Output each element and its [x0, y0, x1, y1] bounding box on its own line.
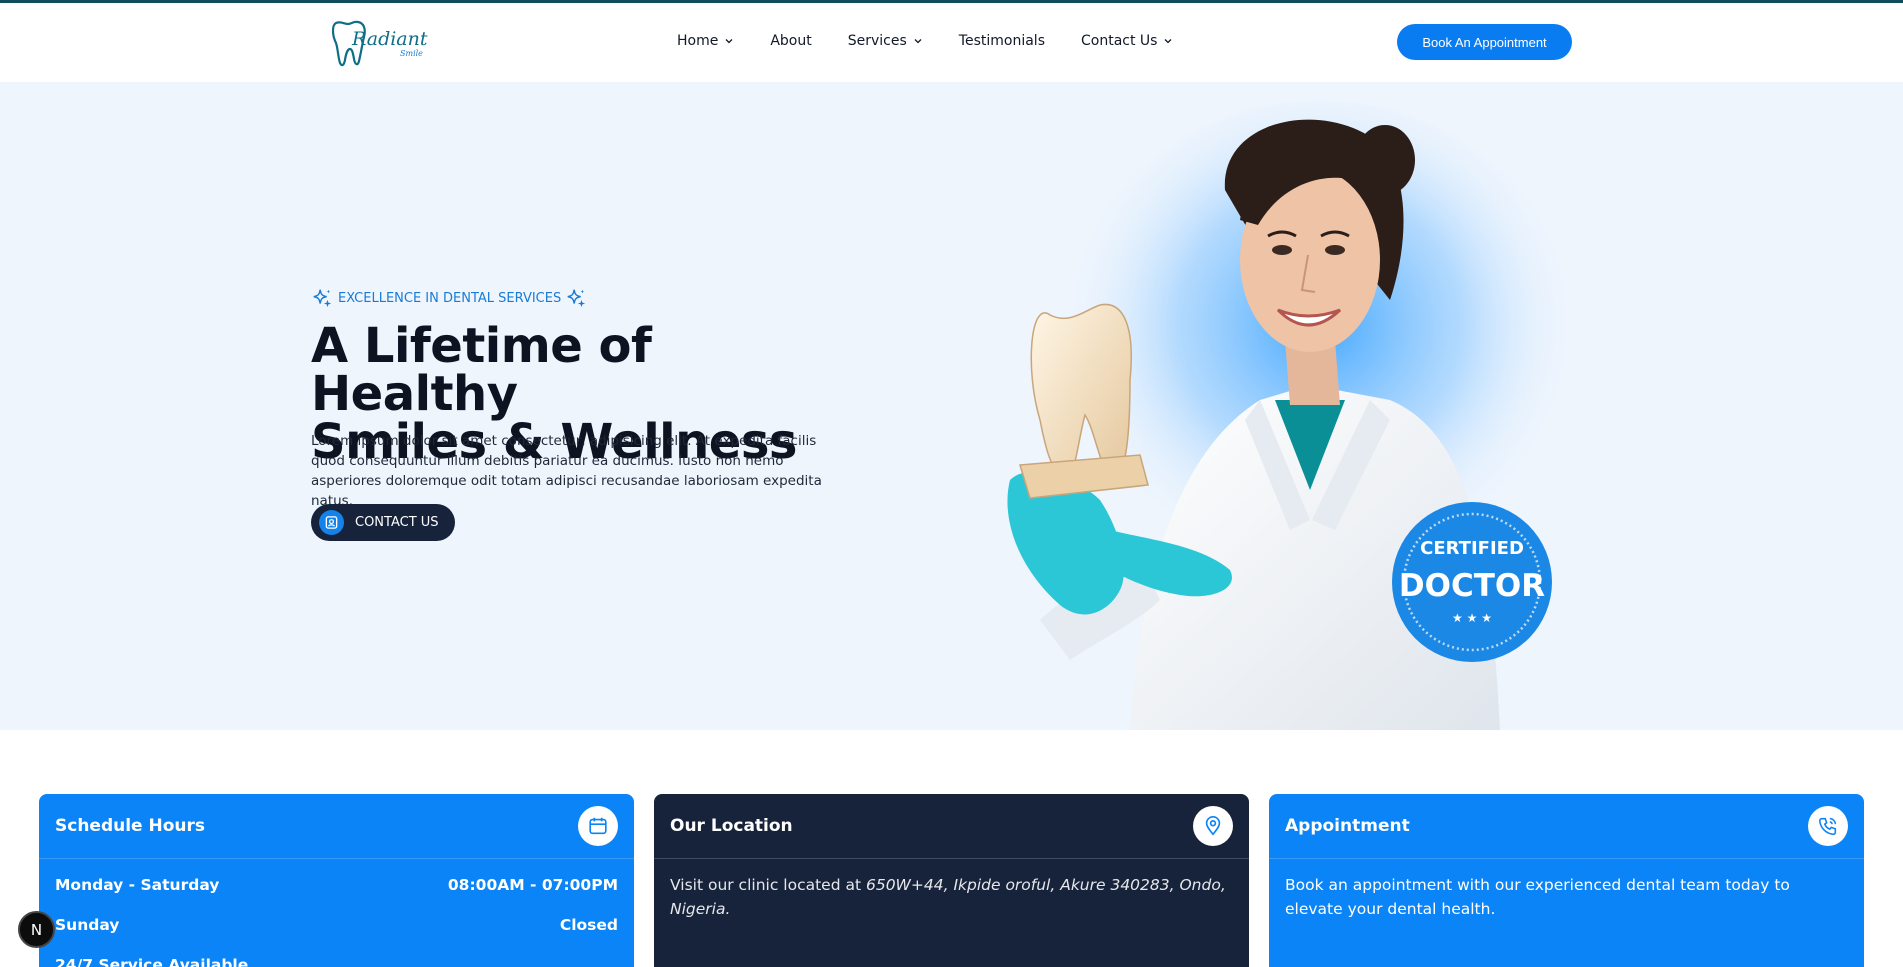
location-text-prefix: Visit our clinic located at [670, 876, 866, 894]
schedule-day: Sunday [55, 916, 120, 934]
location-card-body: Visit our clinic located at 650W+44, Ikp… [654, 859, 1249, 935]
hero-tagline-text: EXCELLENCE IN DENTAL SERVICES [338, 290, 562, 306]
schedule-hours: 08:00AM - 07:00PM [447, 876, 618, 894]
calendar-icon [578, 806, 618, 846]
schedule-note: 24/7 Service Available [55, 953, 618, 967]
appointment-card-header: Appointment [1269, 794, 1864, 859]
nav-about[interactable]: About [770, 33, 811, 49]
location-card-title: Our Location [670, 816, 793, 836]
nav-services[interactable]: Services [848, 33, 923, 49]
nav-testimonials-label: Testimonials [958, 33, 1045, 49]
location-card-header: Our Location [654, 794, 1249, 859]
schedule-row: Sunday Closed [55, 913, 618, 937]
nav-home[interactable]: Home [677, 33, 734, 49]
schedule-hours: Closed [559, 916, 618, 934]
schedule-note-text: 24/7 Service Available [55, 956, 249, 967]
schedule-card-title: Schedule Hours [55, 816, 206, 836]
hero-section: EXCELLENCE IN DENTAL SERVICES A Lifetime… [0, 82, 1903, 730]
phone-icon [1808, 806, 1848, 846]
sparkle-icon [567, 289, 586, 308]
nav-contact-us-label: Contact Us [1080, 33, 1158, 49]
svg-text:★ ★ ★: ★ ★ ★ [1452, 611, 1492, 625]
appointment-card-title: Appointment [1285, 816, 1410, 836]
chevron-down-icon [1164, 39, 1172, 44]
contact-card-icon [319, 510, 344, 535]
schedule-row: Monday - Saturday 08:00AM - 07:00PM [55, 873, 618, 897]
nav-services-label: Services [847, 33, 907, 49]
doctor-illustration: CERTIFIED DOCTOR ★ ★ ★ [990, 100, 1610, 730]
svg-text:DOCTOR: DOCTOR [1399, 568, 1545, 604]
sparkle-icon [313, 289, 332, 308]
chevron-down-icon [725, 39, 733, 44]
contact-us-label: CONTACT US [355, 515, 439, 530]
site-logo[interactable]: Radiant Smile [330, 17, 434, 69]
schedule-day: Monday - Saturday [55, 876, 220, 894]
location-card: Our Location Visit our clinic located at… [654, 794, 1249, 967]
schedule-card-body: Monday - Saturday 08:00AM - 07:00PM Sund… [39, 859, 634, 967]
main-nav: Home About Services Testimonials Contact… [677, 33, 1209, 49]
svg-text:Smile: Smile [400, 49, 423, 58]
floating-n-badge[interactable]: N [18, 911, 55, 948]
tooth-logo-icon: Radiant Smile [331, 20, 428, 67]
schedule-card: Schedule Hours Monday - Saturday 08:00AM… [39, 794, 634, 967]
nav-contact-us[interactable]: Contact Us [1081, 33, 1173, 49]
hero-description: Lorem ipsum dolor sit amet consectetur, … [311, 433, 822, 509]
appointment-card: Appointment Book an appointment with our… [1269, 794, 1864, 967]
nav-testimonials[interactable]: Testimonials [959, 33, 1045, 49]
appointment-card-body: Book an appointment with our experienced… [1285, 876, 1790, 918]
svg-text:CERTIFIED: CERTIFIED [1420, 538, 1524, 559]
nav-home-label: Home [677, 33, 719, 49]
contact-us-button[interactable]: CONTACT US [311, 504, 455, 541]
info-cards: Schedule Hours Monday - Saturday 08:00AM… [39, 794, 1865, 967]
svg-text:Radiant: Radiant [351, 28, 428, 50]
map-pin-icon [1193, 806, 1233, 846]
schedule-card-header: Schedule Hours [39, 794, 634, 859]
nav-about-label: About [770, 33, 812, 49]
book-appointment-button[interactable]: Book An Appointment [1397, 24, 1572, 60]
hero-title-line1: A Lifetime of Healthy [311, 318, 652, 422]
site-header: Radiant Smile Home About Services Testim… [0, 3, 1903, 82]
chevron-down-icon [914, 39, 922, 44]
hero-tagline: EXCELLENCE IN DENTAL SERVICES [311, 287, 587, 309]
